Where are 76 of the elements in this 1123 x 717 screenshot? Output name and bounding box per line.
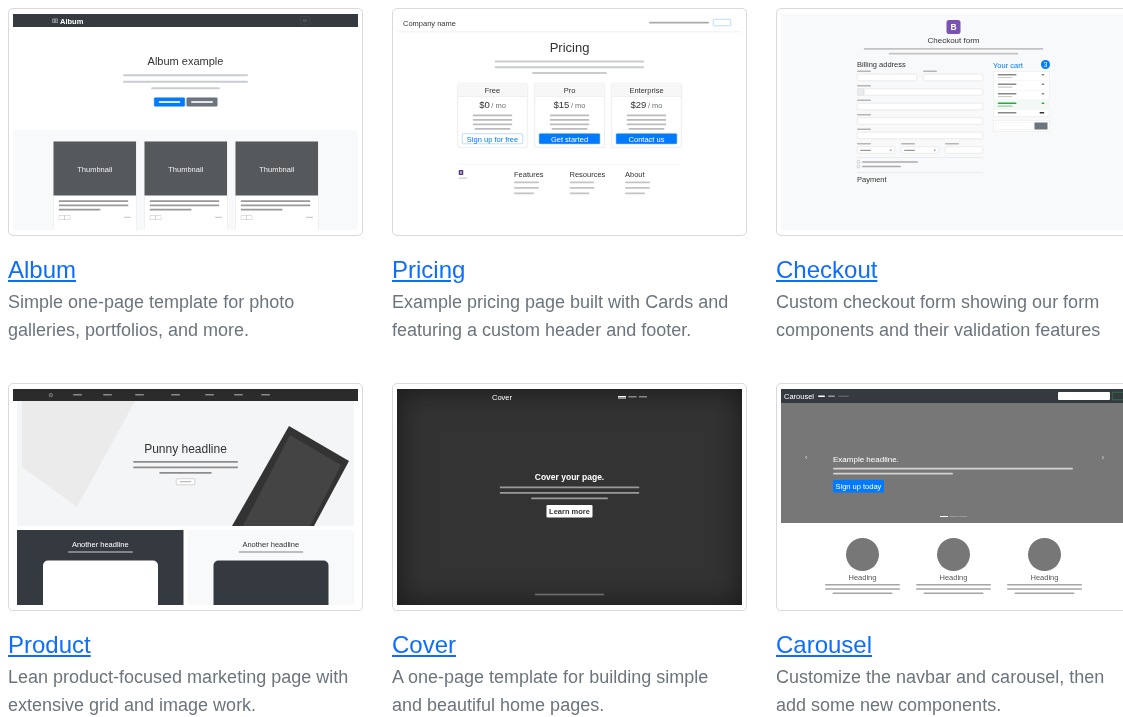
slide-indicator[interactable] — [949, 516, 958, 517]
example-link[interactable]: Checkout — [776, 254, 878, 286]
page-heading: Cover your page. — [534, 472, 605, 483]
text-lines-drawing — [306, 216, 313, 219]
redeem-button[interactable] — [1034, 122, 1048, 130]
example-link[interactable]: Pricing — [392, 254, 466, 286]
text-lines-drawing — [238, 550, 304, 554]
select-field[interactable] — [857, 146, 895, 154]
slide-indicator[interactable] — [940, 516, 948, 517]
circle-placeholder — [937, 538, 970, 571]
example-link[interactable]: Carousel — [776, 629, 873, 661]
button-group-drawing — [58, 214, 71, 220]
input-field[interactable] — [857, 117, 983, 125]
text-lines-drawing — [514, 179, 539, 196]
text-lines-drawing — [534, 593, 605, 596]
slide-indicator[interactable] — [959, 516, 967, 517]
text-lines-drawing — [860, 149, 871, 151]
button-group-drawing — [149, 214, 162, 220]
text-lines-drawing — [626, 112, 667, 131]
text-lines-drawing — [549, 112, 590, 131]
page-heading: Checkout form — [927, 36, 980, 45]
logo: B — [946, 20, 961, 34]
text-lines-drawing — [215, 216, 222, 219]
text-lines-drawing — [649, 20, 709, 25]
text-lines-drawing — [190, 101, 213, 103]
text-lines-drawing — [569, 179, 595, 196]
text-lines-drawing — [997, 92, 1045, 98]
text-lines-drawing — [857, 99, 871, 102]
text-lines-drawing — [945, 142, 959, 145]
text-lines-drawing — [67, 550, 133, 554]
text-lines-drawing — [857, 142, 871, 145]
text-lines-drawing — [625, 179, 650, 196]
text-lines-drawing — [997, 83, 1045, 88]
example-link[interactable]: Product — [8, 629, 91, 661]
example-description: Simple one-page template for photo galleries, portfolios, and more. — [8, 291, 296, 342]
example-description: Customize the navbar and carousel, then add some new components. — [776, 666, 1106, 717]
text-lines-drawing — [997, 111, 1045, 114]
text-lines-drawing — [158, 101, 181, 103]
example-description: A one-page template for building simple and beautiful home pages. — [392, 666, 710, 717]
input-field[interactable] — [945, 146, 983, 154]
example-link[interactable]: Cover — [392, 629, 457, 661]
text-lines-drawing — [124, 216, 131, 219]
text-lines-drawing — [458, 176, 468, 180]
text-lines-drawing — [149, 199, 220, 212]
example-description: Example pricing page built with Cards and featuring a custom header and footer. — [392, 291, 730, 342]
text-lines-drawing — [857, 113, 871, 116]
page-heading: Punny headline — [144, 442, 227, 456]
example-description: Custom checkout form showing our form components and their validation features — [776, 291, 1102, 342]
logo-icon — [458, 169, 464, 175]
price: $15 — [553, 99, 570, 111]
text-lines-drawing — [58, 199, 129, 212]
slide-heading: Example headline. — [833, 455, 899, 464]
text-lines-drawing — [901, 142, 915, 145]
text-lines-drawing — [240, 199, 311, 212]
price: $0 — [479, 99, 490, 111]
circle-placeholder — [846, 538, 879, 571]
text-lines-drawing — [923, 70, 937, 73]
page-heading: Pricing — [549, 40, 590, 56]
text-lines-drawing — [179, 481, 192, 483]
text-lines-drawing — [857, 70, 871, 73]
input-addon — [857, 88, 864, 96]
button-group-drawing — [240, 214, 253, 220]
price: $29 — [630, 99, 647, 111]
example-description: Lean product-focused marketing page with extensive grid and image work. — [8, 666, 350, 717]
circle-placeholder — [1028, 538, 1061, 571]
example-link[interactable]: Album — [8, 254, 77, 286]
page-heading: Album example — [147, 55, 224, 68]
input-field[interactable] — [864, 88, 983, 96]
text-lines-drawing — [857, 128, 871, 131]
text-lines-drawing — [997, 102, 1045, 107]
search-field[interactable] — [1058, 392, 1110, 400]
select-field[interactable] — [901, 146, 939, 154]
text-lines-drawing — [472, 112, 513, 131]
text-lines-drawing — [904, 149, 915, 151]
text-lines-drawing — [857, 84, 871, 87]
text-lines-drawing — [997, 73, 1045, 79]
